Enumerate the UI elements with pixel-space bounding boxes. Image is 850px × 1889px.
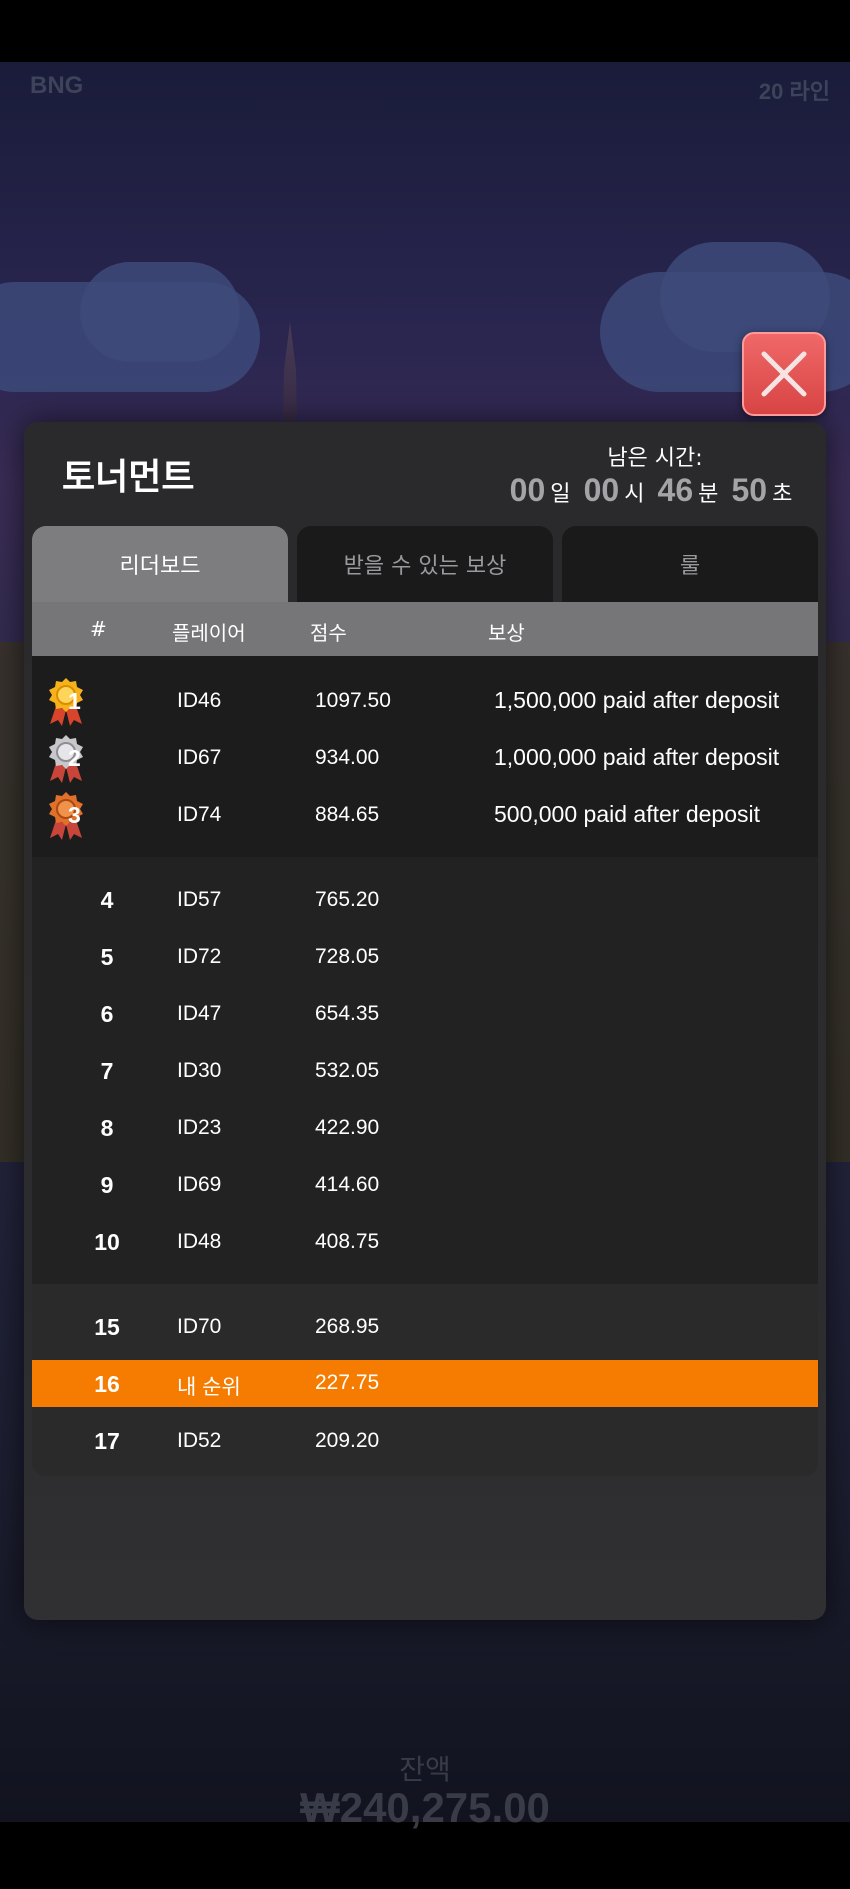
timer-minutes: 46: [657, 472, 694, 508]
score: 728.05: [315, 945, 380, 968]
timer-seconds-unit: 초: [772, 482, 793, 507]
my-rank-group: 15 ID70 268.95 16 내 순위 227.75 17 ID52 20…: [32, 1284, 818, 1476]
table-row: 4 ID57 765.20: [32, 871, 818, 928]
score: 408.75: [315, 1230, 380, 1253]
score: 765.20: [315, 888, 380, 911]
table-row: 5 ID72 728.05: [32, 928, 818, 985]
table-row: 9 ID69 414.60: [32, 1156, 818, 1213]
header-player: 플레이어: [172, 621, 246, 645]
player-id: ID72: [177, 945, 222, 968]
score: 884.65: [315, 803, 380, 826]
score: 414.60: [315, 1173, 380, 1196]
player-id: ID47: [177, 1002, 222, 1025]
timer-days-unit: 일: [550, 482, 571, 507]
reward: 500,000 paid after deposit: [494, 801, 760, 827]
score: 209.20: [315, 1429, 380, 1452]
leaderboard-table[interactable]: # 플레이어 점수 보상 1 ID46 1097.50 1,500,000 pa…: [32, 602, 818, 1476]
lines-count: 20 라인: [758, 79, 830, 104]
rank: 16: [94, 1371, 120, 1397]
timer-hours-unit: 시: [624, 482, 645, 507]
rank: 2: [68, 745, 81, 771]
rank: 4: [100, 887, 114, 913]
score: 654.35: [315, 1002, 380, 1025]
modal-title: 토너먼트: [62, 457, 195, 498]
player-id: ID46: [177, 689, 222, 712]
tab-bar: 리더보드 받을 수 있는 보상 룰: [32, 526, 818, 602]
rank: 10: [94, 1229, 120, 1255]
table-row: 2 ID67 934.00 1,000,000 paid after depos…: [32, 729, 818, 786]
timer-seconds: 50: [731, 472, 768, 508]
rank: 9: [100, 1172, 114, 1198]
rank: 6: [100, 1001, 114, 1027]
score: 227.75: [315, 1371, 380, 1394]
balance-value: ₩240,275.00: [300, 1784, 550, 1831]
rank: 17: [94, 1428, 120, 1454]
player-id: ID70: [177, 1315, 222, 1338]
table-row: 8 ID23 422.90: [32, 1099, 818, 1156]
player-id: ID57: [177, 888, 222, 911]
tab-rules[interactable]: 룰: [562, 526, 818, 602]
score: 268.95: [315, 1315, 380, 1338]
header-score: 점수: [310, 621, 347, 645]
close-button[interactable]: [742, 332, 826, 416]
rank: 3: [68, 802, 81, 828]
score: 422.90: [315, 1116, 380, 1139]
header-reward: 보상: [488, 621, 525, 645]
reward: 1,000,000 paid after deposit: [494, 744, 780, 770]
header-rank: #: [90, 617, 107, 641]
tab-leaderboard[interactable]: 리더보드: [32, 526, 288, 602]
player-id: ID48: [177, 1230, 222, 1253]
countdown-timer: 00 일 00 시 46 분 50 초: [444, 472, 850, 509]
mid-ranks-group: 4 ID57 765.20 5 ID72 728.05 6 ID47 654.3…: [32, 857, 818, 1284]
table-row: 17 ID52 209.20: [32, 1412, 818, 1469]
table-row: 7 ID30 532.05: [32, 1042, 818, 1099]
rank: 7: [100, 1058, 114, 1084]
tab-rewards[interactable]: 받을 수 있는 보상: [297, 526, 553, 602]
timer-label: 남은 시간:: [607, 446, 703, 471]
player-id: 내 순위: [177, 1376, 241, 1399]
score: 934.00: [315, 746, 380, 769]
player-id: ID52: [177, 1429, 222, 1452]
table-header: # 플레이어 점수 보상: [32, 602, 818, 656]
player-id: ID69: [177, 1173, 222, 1196]
rank: 5: [100, 944, 114, 970]
player-id: ID30: [177, 1059, 222, 1082]
my-rank-row: 16 내 순위 227.75: [32, 1360, 818, 1407]
reel-edge-left: [0, 642, 24, 1162]
reward: 1,500,000 paid after deposit: [494, 687, 780, 713]
table-row: 10 ID48 408.75: [32, 1213, 818, 1270]
rank: 1: [68, 688, 81, 714]
table-row: 3 ID74 884.65 500,000 paid after deposit: [32, 786, 818, 843]
table-row: 1 ID46 1097.50 1,500,000 paid after depo…: [32, 672, 818, 729]
score: 532.05: [315, 1059, 380, 1082]
timer-days: 00: [509, 472, 546, 508]
cloud: [80, 262, 240, 362]
player-id: ID74: [177, 803, 222, 826]
score: 1097.50: [315, 689, 391, 712]
close-icon: [761, 351, 807, 397]
balance-label: 잔액: [399, 1754, 451, 1785]
tournament-modal: 토너먼트 남은 시간: 00 일 00 시 46 분 50 초 리더보드 받을 수 있는…: [24, 422, 826, 1620]
reel-edge-right: [826, 642, 850, 1162]
brand-logo: BNG: [30, 72, 84, 99]
player-id: ID23: [177, 1116, 222, 1139]
top-three-group: 1 ID46 1097.50 1,500,000 paid after depo…: [32, 656, 818, 857]
rank: 15: [94, 1314, 120, 1340]
timer-minutes-unit: 분: [698, 482, 719, 507]
player-id: ID67: [177, 746, 222, 769]
timer-hours: 00: [583, 472, 620, 508]
rank: 8: [100, 1115, 114, 1141]
table-row: 6 ID47 654.35: [32, 985, 818, 1042]
table-row: 15 ID70 268.95: [32, 1298, 818, 1355]
